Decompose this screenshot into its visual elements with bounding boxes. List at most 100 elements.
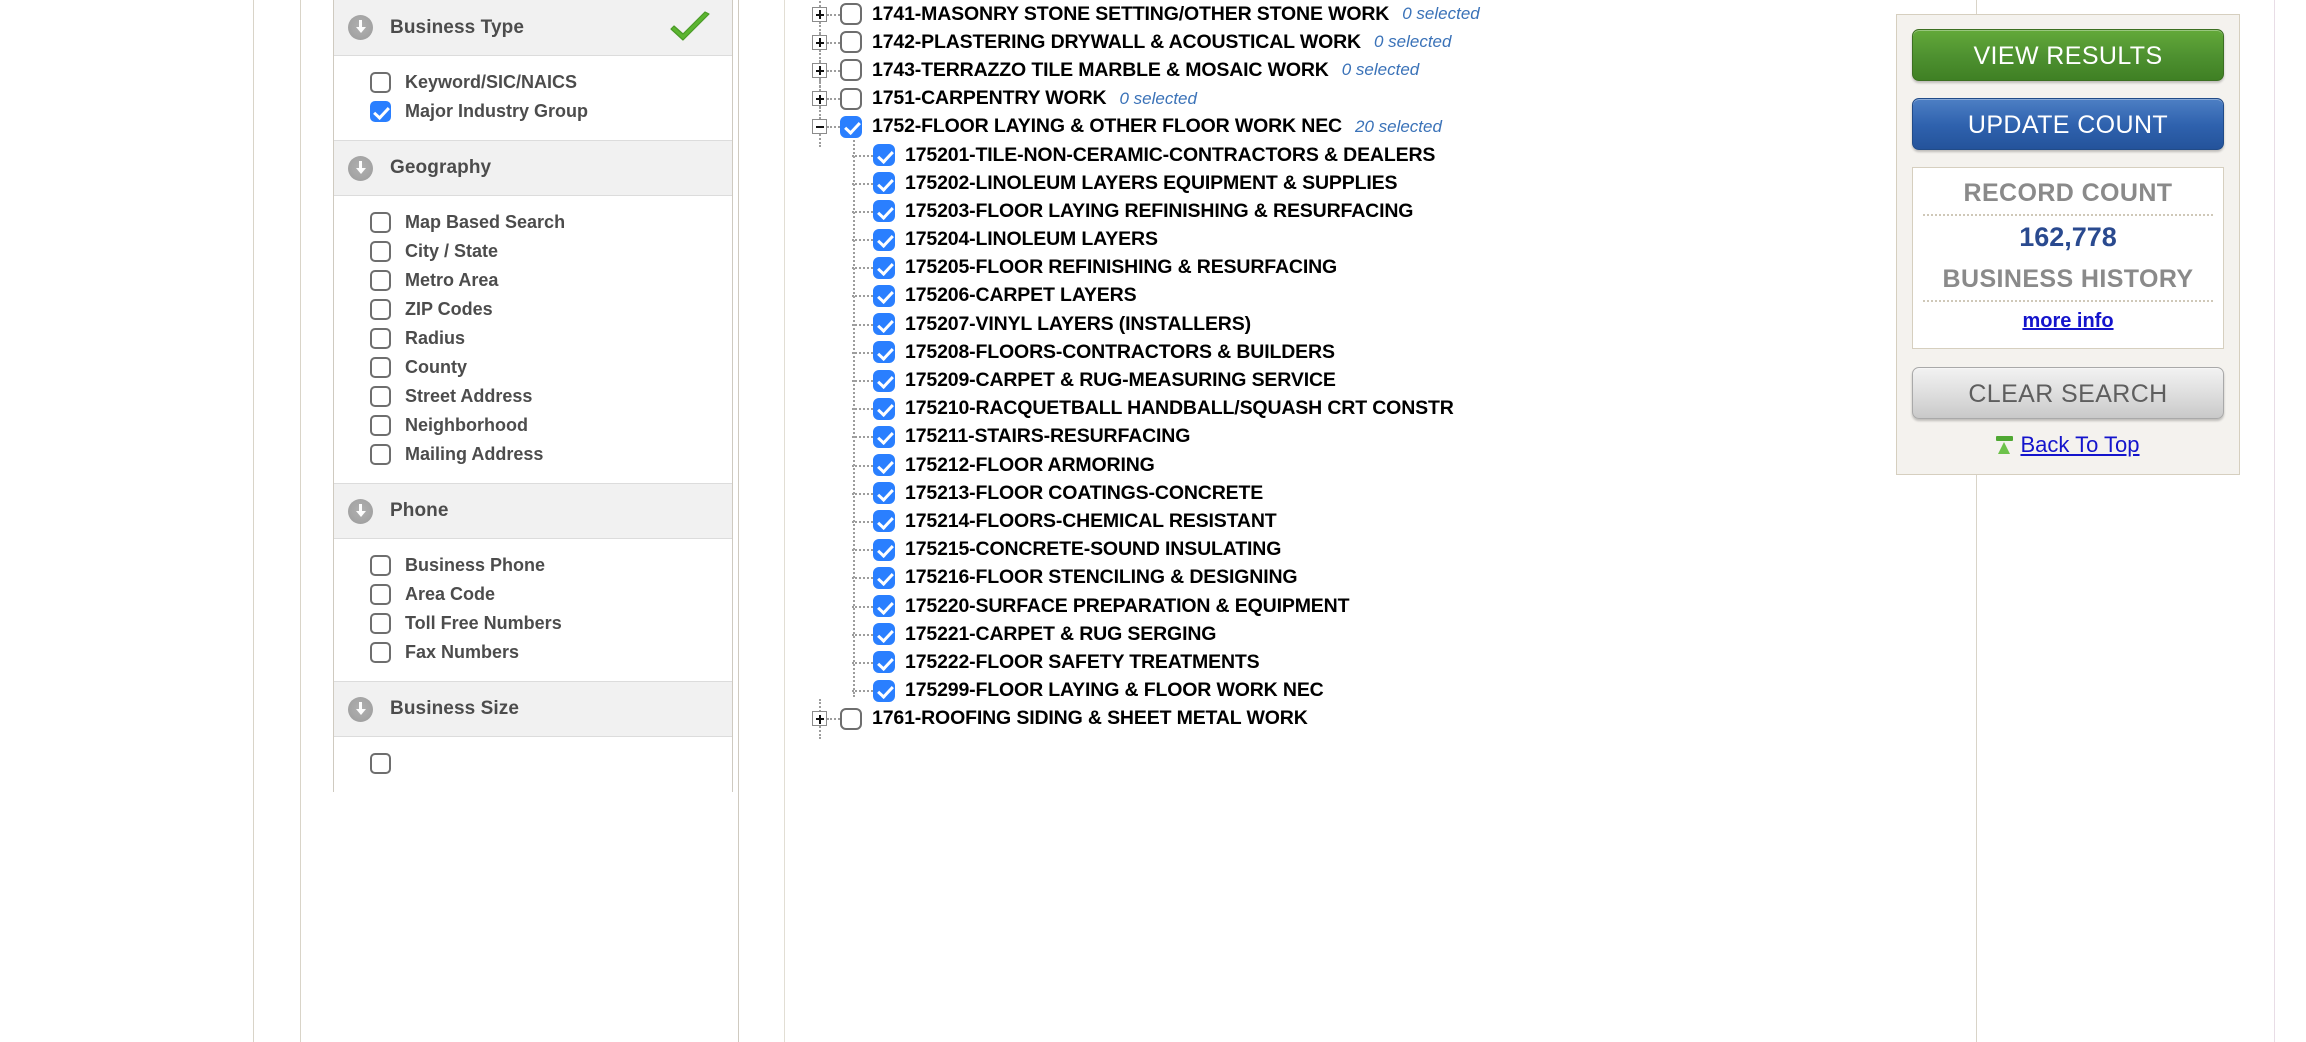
tree-child-175205[interactable]: 175205-FLOOR REFINISHING & RESURFACING <box>846 254 1872 282</box>
tree-child-175221[interactable]: 175221-CARPET & RUG SERGING <box>846 620 1872 648</box>
checkbox-tree-node[interactable] <box>840 59 862 82</box>
expand-plus-icon[interactable] <box>812 91 827 107</box>
tree-child-175207[interactable]: 175207-VINYL LAYERS (INSTALLERS) <box>846 310 1872 338</box>
sidebar-option-keyword-sic-naics[interactable]: Keyword/SIC/NAICS <box>334 68 732 97</box>
checkbox-tree-child[interactable] <box>873 651 895 674</box>
checkbox-mailing-address[interactable] <box>370 444 391 465</box>
checkbox-tree-node[interactable] <box>840 31 862 54</box>
sidebar-section-header-business-size[interactable]: Business Size <box>334 681 732 737</box>
sidebar-option-business-size-first[interactable] <box>334 749 732 778</box>
tree-child-175201[interactable]: 175201-TILE-NON-CERAMIC-CONTRACTORS & DE… <box>846 141 1872 169</box>
checkbox-neighborhood[interactable] <box>370 415 391 436</box>
checkbox-tree-child[interactable] <box>873 454 895 477</box>
expand-plus-icon[interactable] <box>812 34 827 50</box>
checkbox-zip-codes[interactable] <box>370 299 391 320</box>
tree-child-175299[interactable]: 175299-FLOOR LAYING & FLOOR WORK NEC <box>846 677 1872 705</box>
checkbox-tree-child[interactable] <box>873 679 895 702</box>
tree-node-1741[interactable]: 1741-MASONRY STONE SETTING/OTHER STONE W… <box>812 0 1872 35</box>
sidebar-option-fax-numbers[interactable]: Fax Numbers <box>334 638 732 667</box>
tree-child-175213[interactable]: 175213-FLOOR COATINGS-CONCRETE <box>846 479 1872 507</box>
tree-child-175206[interactable]: 175206-CARPET LAYERS <box>846 282 1872 310</box>
sidebar-section-header-geography[interactable]: Geography <box>334 140 732 196</box>
tree-child-175214[interactable]: 175214-FLOORS-CHEMICAL RESISTANT <box>846 507 1872 535</box>
sidebar-option-city-state[interactable]: City / State <box>334 237 732 266</box>
checkbox-tree-child[interactable] <box>873 341 895 364</box>
sidebar-section-header-phone[interactable]: Phone <box>334 483 732 539</box>
tree-node-1761[interactable]: 1761-ROOFING SIDING & SHEET METAL WORK <box>812 698 1872 740</box>
checkbox-city-state[interactable] <box>370 241 391 262</box>
sidebar-option-neighborhood[interactable]: Neighborhood <box>334 411 732 440</box>
sidebar-section-header-business-type[interactable]: Business Type <box>334 0 732 56</box>
checkbox-metro-area[interactable] <box>370 270 391 291</box>
checkbox-street-address[interactable] <box>370 386 391 407</box>
checkbox-business-size-first[interactable] <box>370 753 391 774</box>
checkbox-business-phone[interactable] <box>370 555 391 576</box>
checkbox-tree-child[interactable] <box>873 284 895 307</box>
sidebar-option-radius[interactable]: Radius <box>334 324 732 353</box>
checkbox-fax-numbers[interactable] <box>370 642 391 663</box>
checkbox-major-industry-group[interactable] <box>370 101 391 122</box>
tree-child-175220[interactable]: 175220-SURFACE PREPARATION & EQUIPMENT <box>846 592 1872 620</box>
expand-plus-icon[interactable] <box>812 62 827 78</box>
sidebar-option-zip-codes[interactable]: ZIP Codes <box>334 295 732 324</box>
sidebar-option-area-code[interactable]: Area Code <box>334 580 732 609</box>
checkbox-county[interactable] <box>370 357 391 378</box>
checkbox-tree-child[interactable] <box>873 482 895 505</box>
checkbox-map-based-search[interactable] <box>370 212 391 233</box>
tree-node-1752[interactable]: 1752-FLOOR LAYING & OTHER FLOOR WORK NEC… <box>812 106 1872 148</box>
tree-child-175215[interactable]: 175215-CONCRETE-SOUND INSULATING <box>846 536 1872 564</box>
checkbox-tree-child[interactable] <box>873 510 895 533</box>
checkbox-tree-child[interactable] <box>873 595 895 618</box>
checkbox-tree-node[interactable] <box>840 115 862 138</box>
tree-child-175203[interactable]: 175203-FLOOR LAYING REFINISHING & RESURF… <box>846 197 1872 225</box>
back-to-top[interactable]: Back To Top <box>1912 432 2224 458</box>
tree-child-175208[interactable]: 175208-FLOORS-CONTRACTORS & BUILDERS <box>846 338 1872 366</box>
sidebar-option-county[interactable]: County <box>334 353 732 382</box>
tree-node-1743[interactable]: 1743-TERRAZZO TILE MARBLE & MOSAIC WORK … <box>812 50 1872 91</box>
checkbox-tree-child[interactable] <box>873 538 895 561</box>
checkbox-tree-node[interactable] <box>840 707 862 730</box>
sidebar-option-major-industry-group[interactable]: Major Industry Group <box>334 97 732 126</box>
checkbox-tree-child[interactable] <box>873 566 895 589</box>
view-results-button[interactable]: VIEW RESULTS <box>1912 29 2224 81</box>
update-count-button[interactable]: UPDATE COUNT <box>1912 98 2224 150</box>
tree-child-175202[interactable]: 175202-LINOLEUM LAYERS EQUIPMENT & SUPPL… <box>846 169 1872 197</box>
sidebar-option-street-address[interactable]: Street Address <box>334 382 732 411</box>
tree-child-175211[interactable]: 175211-STAIRS-RESURFACING <box>846 423 1872 451</box>
checkbox-area-code[interactable] <box>370 584 391 605</box>
expand-plus-icon[interactable] <box>812 711 827 727</box>
checkbox-tree-child[interactable] <box>873 369 895 392</box>
checkbox-tree-child[interactable] <box>873 172 895 195</box>
checkbox-tree-node[interactable] <box>840 87 862 110</box>
collapse-minus-icon[interactable] <box>812 119 827 135</box>
sidebar-option-business-phone[interactable]: Business Phone <box>334 551 732 580</box>
tree-child-175222[interactable]: 175222-FLOOR SAFETY TREATMENTS <box>846 648 1872 676</box>
sidebar-option-mailing-address[interactable]: Mailing Address <box>334 440 732 469</box>
checkbox-tree-child[interactable] <box>873 397 895 420</box>
checkbox-radius[interactable] <box>370 328 391 349</box>
clear-search-button[interactable]: CLEAR SEARCH <box>1912 367 2224 419</box>
tree-node-1742[interactable]: 1742-PLASTERING DRYWALL & ACOUSTICAL WOR… <box>812 22 1872 63</box>
checkbox-tree-child[interactable] <box>873 228 895 251</box>
expand-plus-icon[interactable] <box>812 6 827 22</box>
tree-child-175209[interactable]: 175209-CARPET & RUG-MEASURING SERVICE <box>846 366 1872 394</box>
checkbox-tree-child[interactable] <box>873 256 895 279</box>
more-info-link[interactable]: more info <box>2022 310 2113 333</box>
tree-child-175204[interactable]: 175204-LINOLEUM LAYERS <box>846 226 1872 254</box>
tree-child-175210[interactable]: 175210-RACQUETBALL HANDBALL/SQUASH CRT C… <box>846 395 1872 423</box>
sidebar-option-map-based-search[interactable]: Map Based Search <box>334 208 732 237</box>
checkbox-tree-child[interactable] <box>873 144 895 167</box>
checkbox-tree-child[interactable] <box>873 313 895 336</box>
checkbox-toll-free-numbers[interactable] <box>370 613 391 634</box>
tree-child-175216[interactable]: 175216-FLOOR STENCILING & DESIGNING <box>846 564 1872 592</box>
checkbox-tree-child[interactable] <box>873 623 895 646</box>
tree-child-175212[interactable]: 175212-FLOOR ARMORING <box>846 451 1872 479</box>
checkbox-tree-child[interactable] <box>873 200 895 223</box>
checkbox-tree-node[interactable] <box>840 3 862 26</box>
checkbox-keyword-sic-naics[interactable] <box>370 72 391 93</box>
sidebar-option-toll-free-numbers[interactable]: Toll Free Numbers <box>334 609 732 638</box>
checkbox-tree-child[interactable] <box>873 425 895 448</box>
back-to-top-link[interactable]: Back To Top <box>2020 432 2139 458</box>
sidebar-option-metro-area[interactable]: Metro Area <box>334 266 732 295</box>
tree-node-1751[interactable]: 1751-CARPENTRY WORK 0 selected <box>812 78 1872 119</box>
